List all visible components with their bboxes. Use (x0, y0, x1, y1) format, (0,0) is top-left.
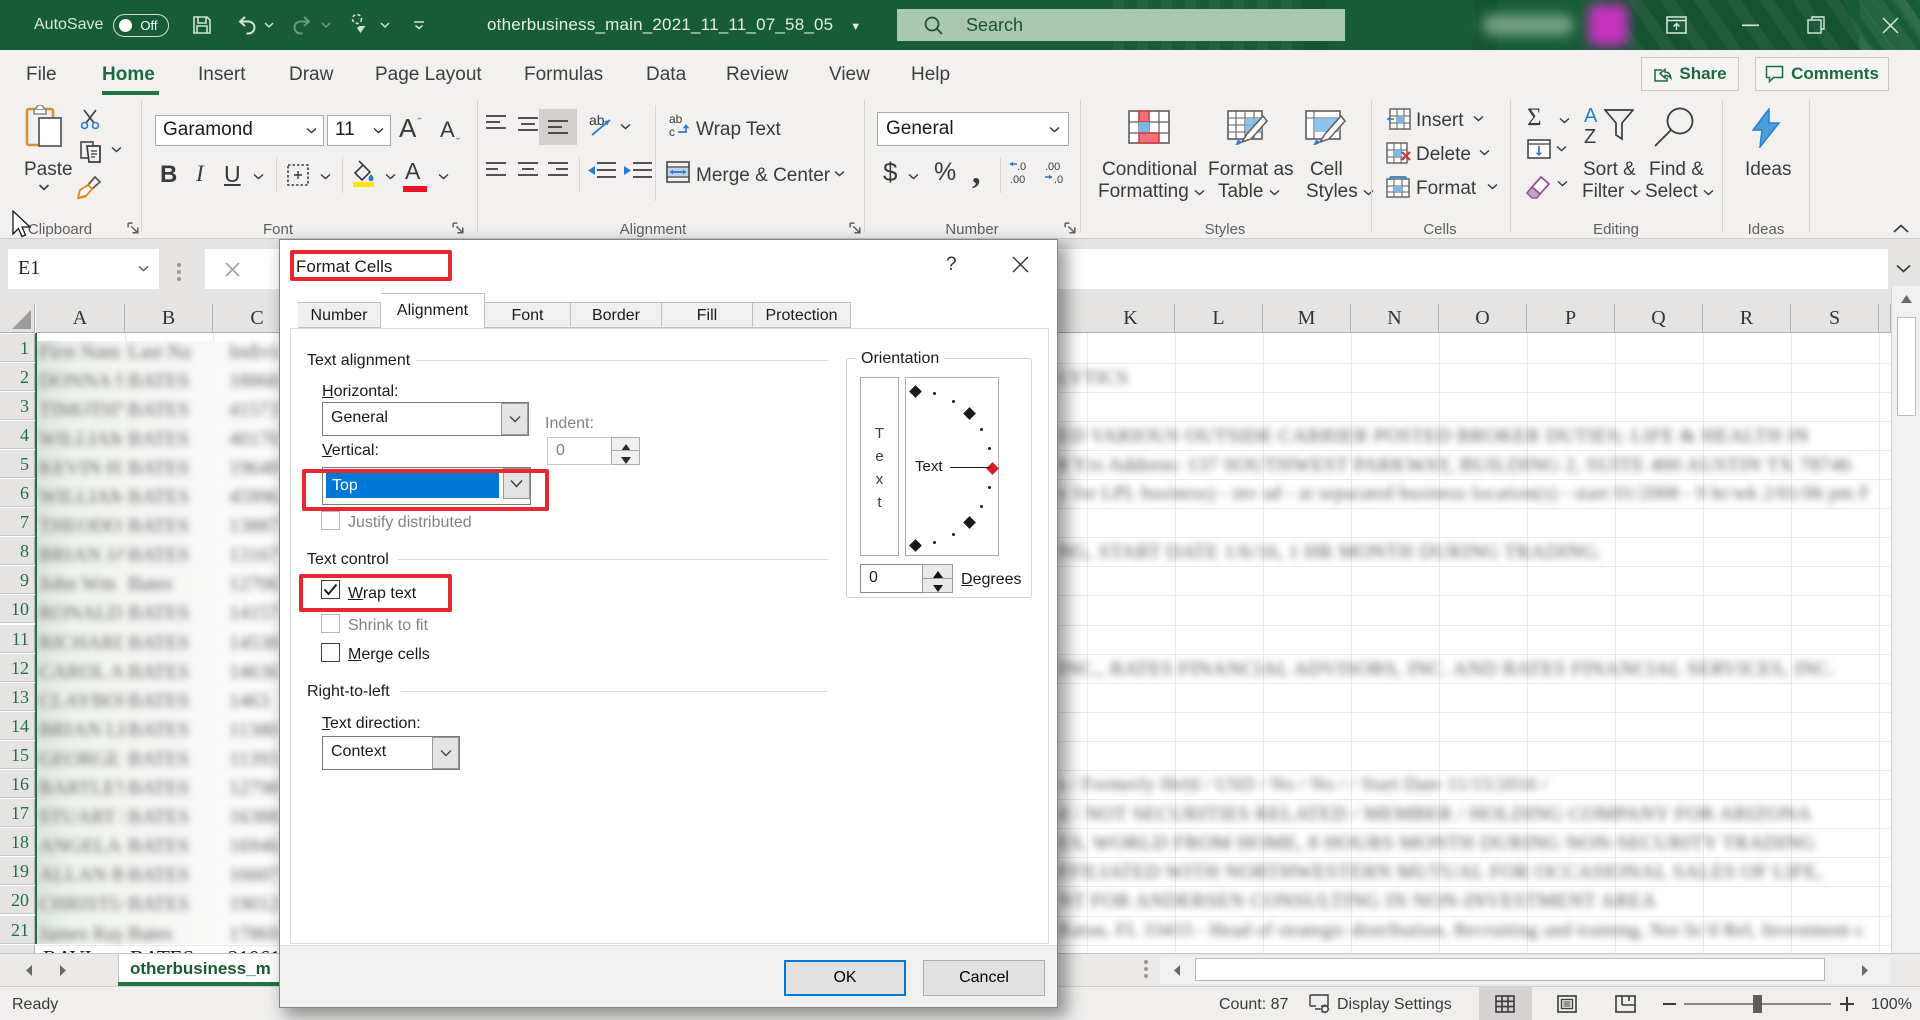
svg-text:ab: ab (669, 112, 683, 126)
svg-text:.0: .0 (1054, 174, 1063, 186)
svg-text:.00: .00 (1010, 174, 1025, 186)
svg-text:.00: .00 (1045, 161, 1060, 173)
svg-text:.0: .0 (1017, 161, 1026, 173)
svg-text:c: c (669, 125, 675, 138)
